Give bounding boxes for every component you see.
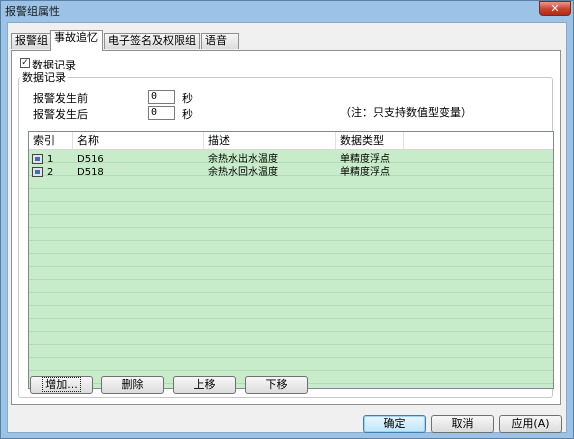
column-header-name[interactable]: 名称 [73, 132, 204, 149]
dialog-window: 报警组属性 ✕ 报警组 事故追忆 电子签名及权限组 语音 ✓ 数据记录 数据记录… [0, 0, 574, 439]
move-up-button[interactable]: 上移 [173, 376, 236, 394]
row-description: 余热水回水温度 [208, 167, 278, 178]
after-alarm-label: 报警发生后 [33, 108, 88, 121]
variable-icon [32, 154, 43, 164]
ok-button[interactable]: 确定 [363, 415, 426, 433]
cancel-button[interactable]: 取消 [431, 415, 494, 433]
column-header-type[interactable]: 数据类型 [336, 132, 404, 149]
add-button-label: 增加... [42, 377, 81, 392]
before-alarm-label: 报警发生前 [33, 92, 88, 105]
variable-icon [32, 167, 43, 177]
column-header-index[interactable]: 索引 [29, 132, 73, 149]
title-bar[interactable]: 报警组属性 ✕ [1, 1, 573, 19]
close-icon: ✕ [550, 2, 560, 15]
list-header: 索引 名称 描述 数据类型 [29, 132, 553, 150]
tab-incident-recall[interactable]: 事故追忆 [50, 30, 103, 51]
row-index: 1 [47, 154, 54, 165]
numeric-only-note: （注：只支持数值型变量） [340, 106, 472, 119]
groupbox-title: 数据记录 [20, 69, 68, 85]
delete-button[interactable]: 删除 [101, 376, 164, 394]
row-description: 余热水出水温度 [208, 154, 278, 165]
row-type: 单精度浮点 [340, 154, 390, 165]
list-rows-area[interactable]: 1 D516 余热水出水温度 单精度浮点 2 D518 余热水回水温度 单精度浮… [29, 150, 553, 388]
dialog-client-area: 报警组 事故追忆 电子签名及权限组 语音 ✓ 数据记录 数据记录 报警发生前 0… [7, 22, 567, 433]
add-button[interactable]: 增加... [30, 376, 93, 394]
after-alarm-input[interactable]: 0 [148, 106, 175, 120]
checkmark-icon: ✓ [21, 58, 29, 68]
data-record-checkbox[interactable]: ✓ [20, 58, 30, 68]
tab-alarm-group[interactable]: 报警组 [11, 33, 51, 49]
close-button[interactable]: ✕ [539, 1, 571, 16]
tab-esign-permissions[interactable]: 电子签名及权限组 [104, 33, 200, 49]
row-name: D516 [77, 154, 104, 165]
row-index: 2 [47, 167, 54, 178]
column-header-description[interactable]: 描述 [204, 132, 336, 149]
before-alarm-input[interactable]: 0 [148, 90, 175, 104]
variable-list[interactable]: 索引 名称 描述 数据类型 1 D516 余热水出水温度 单精度浮点 2 D51… [28, 131, 554, 389]
row-name: D518 [77, 167, 104, 178]
table-row[interactable]: 2 D518 余热水回水温度 单精度浮点 [29, 166, 553, 179]
after-alarm-unit: 秒 [182, 108, 193, 121]
apply-button[interactable]: 应用(A) [499, 415, 562, 433]
tab-voice[interactable]: 语音 [201, 33, 239, 49]
window-title: 报警组属性 [5, 5, 60, 18]
move-down-button[interactable]: 下移 [245, 376, 308, 394]
row-type: 单精度浮点 [340, 167, 390, 178]
table-row[interactable]: 1 D516 余热水出水温度 单精度浮点 [29, 153, 553, 166]
before-alarm-unit: 秒 [182, 92, 193, 105]
